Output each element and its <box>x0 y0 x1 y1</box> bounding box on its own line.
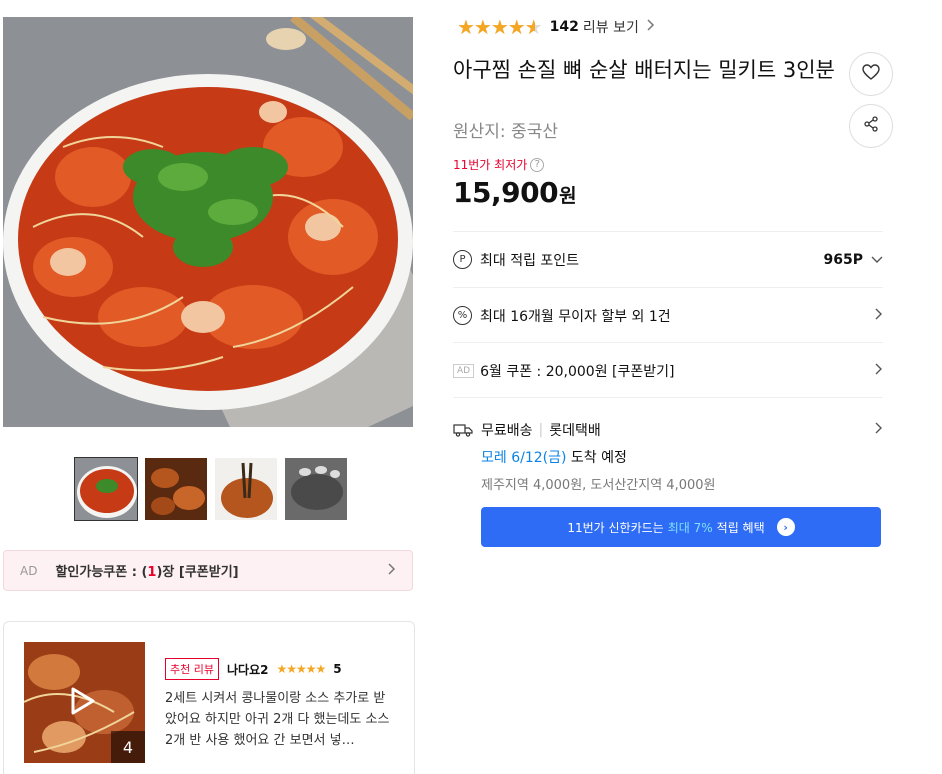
price-unit: 원 <box>559 185 577 207</box>
review-count: 142 <box>549 19 579 35</box>
points-label: 최대 적립 포인트 <box>480 252 580 269</box>
wishlist-button[interactable] <box>849 52 893 96</box>
review-video-thumbnail[interactable]: 4 <box>24 642 145 763</box>
delivery-section[interactable]: 무료배송 | 롯데택배 모레 6/12(금) 도착 예정 제주지역 4,000원… <box>453 397 883 493</box>
thumbnail-image <box>75 458 137 520</box>
thumbnail-4[interactable] <box>284 457 348 521</box>
question-icon[interactable]: ? <box>530 157 545 172</box>
coupon-prefix: 할인가능쿠폰 : ( <box>55 565 148 580</box>
thumbnail-3[interactable] <box>214 457 278 521</box>
delivery-carrier: 롯데택배 <box>549 423 601 439</box>
thumbnail-1[interactable] <box>74 457 138 521</box>
thumbnail-list <box>74 457 348 521</box>
lowest-price-text: 11번가 최저가 <box>453 158 528 172</box>
points-value: 965P <box>823 251 863 268</box>
delivery-type: 무료배송 <box>481 423 533 439</box>
benefit-suffix: 적립 혜택 <box>716 520 765 535</box>
review-score: 5 <box>333 662 342 676</box>
extra-shipping-fee: 제주지역 4,000원, 도서산간지역 4,000원 <box>481 478 716 493</box>
thumbnail-2[interactable] <box>144 457 208 521</box>
reviewer-name: 나다요2 <box>226 662 269 677</box>
benefit-highlight: 최대 7% <box>667 520 713 535</box>
june-coupon-row[interactable]: AD 6월 쿠폰 : 20,000원 [쿠폰받기] <box>453 342 883 398</box>
agujjim-dish-image <box>3 17 413 427</box>
ad-label: AD <box>20 563 38 578</box>
chevron-right-icon <box>875 422 883 438</box>
play-icon <box>70 686 96 720</box>
divider: | <box>538 422 544 438</box>
share-button[interactable] <box>849 104 893 148</box>
product-title: 아구찜 손질 뼈 순살 배터지는 밀키트 3인분 <box>453 58 835 82</box>
recommended-review-card[interactable]: 4 추천 리뷰 나다요2 ★★★★★ 5 2세트 시켜서 콩나물이랑 소스 추가… <box>3 621 415 774</box>
review-header: 추천 리뷰 나다요2 ★★★★★ 5 <box>165 658 342 680</box>
shinhan-card-benefit-button[interactable]: 11번가 신한카드는 최대 7% 적립 혜택 › <box>481 507 881 547</box>
chevron-right-icon <box>647 19 655 35</box>
arrival-suffix: 도착 예정 <box>566 450 627 466</box>
chevron-right-icon <box>875 308 883 324</box>
chevron-right-icon <box>388 562 396 579</box>
points-row[interactable]: P 최대 적립 포인트 965P <box>453 231 883 287</box>
point-icon: P <box>453 250 472 269</box>
product-main-image[interactable] <box>3 17 413 427</box>
coupon-suffix: )장 [쿠폰받기] <box>156 565 239 580</box>
thumbnail-image <box>215 458 277 520</box>
rating-summary-link[interactable]: ★★★★★ ★★★★★ 142 리뷰 보기 <box>457 15 655 39</box>
share-icon <box>863 116 879 136</box>
heart-icon <box>862 64 880 84</box>
installment-label: 최대 16개월 무이자 할부 외 1건 <box>480 308 671 325</box>
media-count: 4 <box>111 731 145 763</box>
price-value: 15,900 <box>453 176 559 209</box>
product-origin: 원산지: 중국산 <box>453 122 558 142</box>
lowest-price-label: 11번가 최저가 ? <box>453 156 545 173</box>
installment-row[interactable]: % 최대 16개월 무이자 할부 외 1건 <box>453 287 883 343</box>
benefit-prefix: 11번가 신한카드는 <box>567 520 664 535</box>
review-view-label: 리뷰 보기 <box>582 20 639 36</box>
delivery-type-line: 무료배송 | 롯데택배 <box>453 420 883 440</box>
rating-stars: ★★★★★ ★★★★★ <box>457 15 543 39</box>
arrow-right-circle-icon: › <box>776 518 795 536</box>
arrival-estimate: 모레 6/12(금) 도착 예정 <box>481 447 883 467</box>
thumbnail-image <box>145 458 207 520</box>
coupon-available-bar[interactable]: AD 할인가능쿠폰 : (1)장 [쿠폰받기] <box>3 550 413 591</box>
product-price: 15,900 원 <box>453 176 577 209</box>
recommended-badge: 추천 리뷰 <box>165 658 219 680</box>
june-coupon-label: 6월 쿠폰 : 20,000원 [쿠폰받기] <box>480 363 675 380</box>
thumbnail-image <box>285 458 347 520</box>
rating-stars-fill: ★★★★★ <box>457 15 535 39</box>
percent-icon: % <box>453 306 472 325</box>
arrival-date: 모레 6/12(금) <box>481 450 567 466</box>
coupon-available-text: 할인가능쿠폰 : (1)장 [쿠폰받기] <box>55 561 238 580</box>
review-text: 2세트 시켜서 콩나물이랑 소스 추가로 받았어요 하지만 아귀 2개 다 했는… <box>165 691 390 748</box>
chevron-right-icon <box>875 363 883 379</box>
ad-label: AD <box>453 363 475 378</box>
chevron-down-icon <box>871 252 883 268</box>
review-stars: ★★★★★ <box>276 662 326 676</box>
truck-icon <box>453 423 473 437</box>
